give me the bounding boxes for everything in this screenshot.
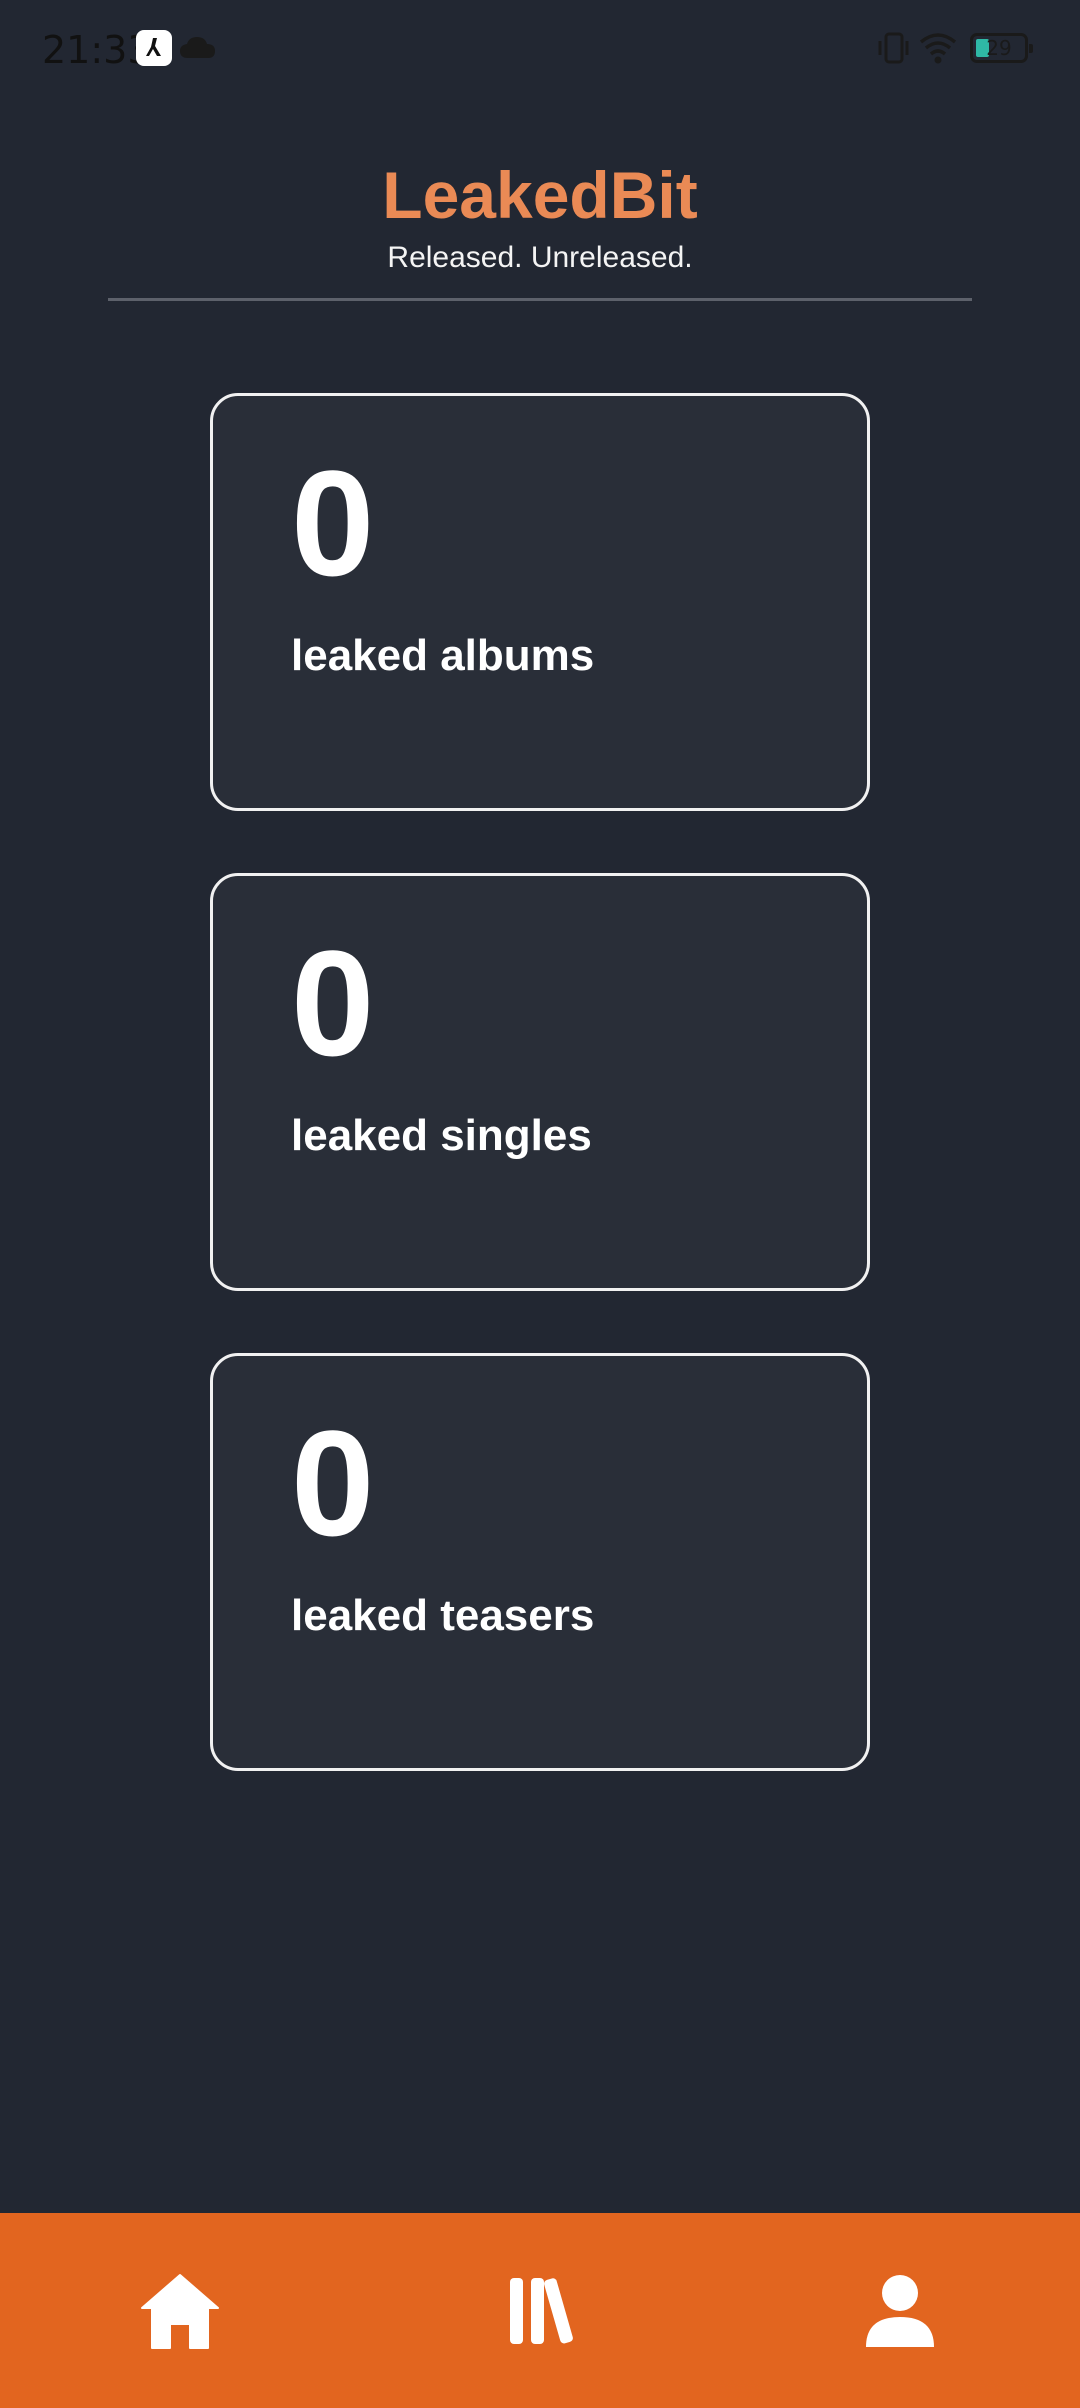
battery-level: 29 xyxy=(986,36,1012,60)
profile-icon xyxy=(866,2274,934,2347)
stat-value: 0 xyxy=(291,919,375,1087)
stat-value: 0 xyxy=(291,439,375,607)
app-screen: 21:33 29 LeakedBit Released. Unreleased.… xyxy=(0,0,1080,2408)
stat-label: leaked teasers xyxy=(291,1591,595,1640)
app-header: LeakedBit Released. Unreleased. xyxy=(0,150,1080,276)
stat-card-singles[interactable]: 0 leaked singles xyxy=(210,873,870,1291)
nav-library[interactable] xyxy=(440,2213,640,2408)
nav-home[interactable] xyxy=(80,2213,280,2408)
home-icon xyxy=(141,2273,219,2349)
stat-value: 0 xyxy=(291,1399,375,1567)
nav-profile[interactable] xyxy=(800,2213,1000,2408)
stat-card-teasers[interactable]: 0 leaked teasers xyxy=(210,1353,870,1771)
stat-card-albums[interactable]: 0 leaked albums xyxy=(210,393,870,811)
battery-icon: 29 xyxy=(970,33,1033,63)
library-icon xyxy=(510,2277,573,2344)
notification-app-icon xyxy=(136,30,172,66)
status-bar: 21:33 29 xyxy=(0,0,1080,100)
stat-label: leaked albums xyxy=(291,631,595,680)
header-divider xyxy=(108,298,972,301)
bottom-nav xyxy=(0,2213,1080,2408)
wifi-icon xyxy=(918,30,958,71)
vibrate-icon xyxy=(876,30,912,71)
app-title: LeakedBit xyxy=(382,158,698,232)
stat-label: leaked singles xyxy=(291,1111,592,1160)
cloud-icon xyxy=(178,34,218,65)
app-subtitle: Released. Unreleased. xyxy=(387,241,693,274)
battery-cap xyxy=(1029,44,1033,53)
